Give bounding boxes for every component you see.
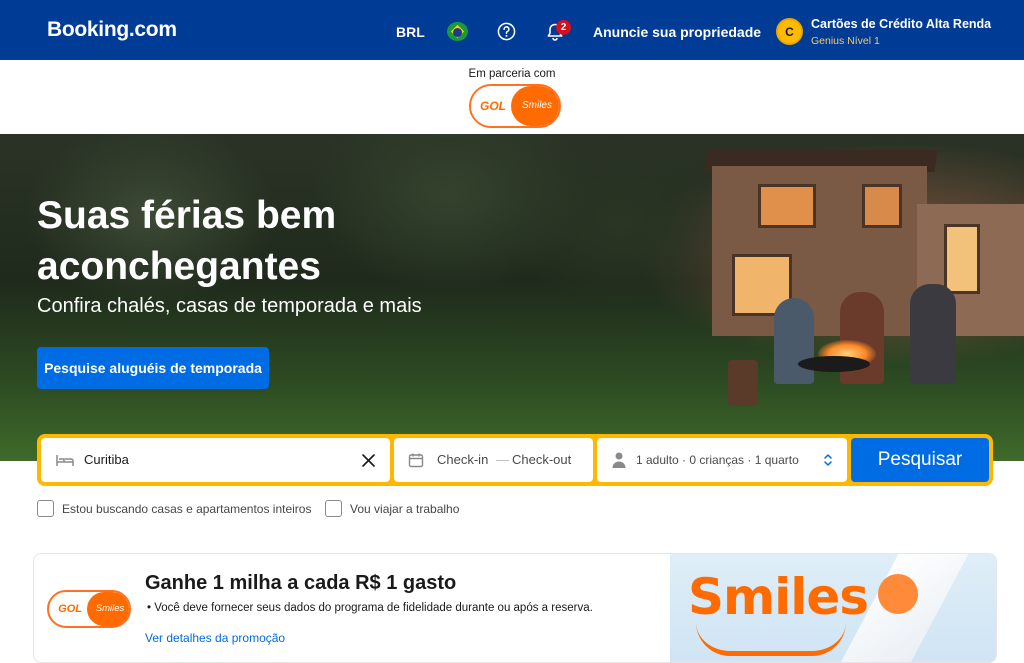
smiles-smile-icon xyxy=(696,622,846,656)
guests-summary[interactable]: 1 adulto · 0 crianças · 1 quarto xyxy=(636,453,799,467)
work-travel-checkbox[interactable]: Vou viajar a trabalho xyxy=(325,500,475,518)
search-bar: Curitiba Check-in — Check-out 1 adulto ·… xyxy=(37,434,993,486)
smiles-logo-text: Smiles xyxy=(511,86,559,126)
promo-bullet: • Você deve fornecer seus dados do progr… xyxy=(147,602,593,614)
calendar-icon xyxy=(408,453,424,468)
destination-field[interactable]: Curitiba xyxy=(41,438,390,482)
smiles-promo-card: GOL Smiles Ganhe 1 milha a cada R$ 1 gas… xyxy=(33,553,997,663)
destination-input[interactable]: Curitiba xyxy=(84,452,129,467)
list-property-link[interactable]: Anuncie sua propriedade xyxy=(593,24,761,40)
gol-logo-text: GOL xyxy=(471,86,515,126)
currency-selector[interactable]: BRL xyxy=(396,24,425,40)
genius-level: Genius Nível 1 xyxy=(811,35,880,47)
entire-homes-checkbox[interactable]: Estou buscando casas e apartamentos inte… xyxy=(37,500,317,518)
checkin-field[interactable]: Check-in xyxy=(437,452,488,467)
notification-badge: 2 xyxy=(556,20,571,35)
smiles-brand-text: Smiles xyxy=(688,568,869,626)
hero-stump-image xyxy=(728,360,758,406)
search-button[interactable]: Pesquisar xyxy=(851,438,989,482)
bed-icon xyxy=(56,455,74,466)
top-navigation-bar: Booking.com BRL 2 Anuncie sua propriedad… xyxy=(0,0,1024,60)
guests-field[interactable]: 1 adulto · 0 crianças · 1 quarto xyxy=(597,438,847,482)
help-circle-icon[interactable] xyxy=(497,22,516,41)
hero-banner: Suas férias bem aconchegantes Confira ch… xyxy=(0,134,1024,461)
gol-logo-text: GOL xyxy=(58,603,82,615)
promo-details-link[interactable]: Ver detalhes da promoção xyxy=(145,631,285,645)
partner-label: Em parceria com xyxy=(468,68,556,80)
checkbox-box[interactable] xyxy=(325,500,342,517)
avatar[interactable]: C xyxy=(776,18,803,45)
gol-tail-logo xyxy=(878,574,918,614)
smiles-promo-image: Smiles xyxy=(670,554,996,662)
work-travel-label[interactable]: Vou viajar a trabalho xyxy=(350,502,459,516)
gol-smiles-logo: GOL Smiles xyxy=(47,590,131,628)
booking-logo[interactable]: Booking.com xyxy=(47,18,177,42)
entire-homes-label[interactable]: Estou buscando casas e apartamentos inte… xyxy=(62,502,311,516)
hero-title: Suas férias bem aconchegantes xyxy=(37,194,337,288)
user-name[interactable]: Cartões de Crédito Alta Renda xyxy=(811,17,991,31)
checkbox-box[interactable] xyxy=(37,500,54,517)
vacation-rentals-button[interactable]: Pesquise aluguéis de temporada xyxy=(37,347,269,389)
date-separator: — xyxy=(496,452,509,467)
chevron-up-down-icon[interactable] xyxy=(823,453,833,467)
gol-smiles-logo: GOL Smiles xyxy=(469,84,561,128)
person-icon xyxy=(612,452,626,468)
promo-bullet-text: Você deve fornecer seus dados do program… xyxy=(154,602,593,614)
brazil-flag-icon[interactable] xyxy=(447,22,468,41)
date-picker-field[interactable]: Check-in — Check-out xyxy=(394,438,593,482)
hero-people-image xyxy=(760,264,980,384)
smiles-logo-text: Smiles xyxy=(87,592,129,626)
checkout-field[interactable]: Check-out xyxy=(512,452,571,467)
hero-firepit-image xyxy=(798,356,870,372)
close-icon[interactable] xyxy=(361,453,376,468)
hero-subtitle: Confira chalés, casas de temporada e mai… xyxy=(37,295,422,317)
promo-title: Ganhe 1 milha a cada R$ 1 gasto xyxy=(145,572,457,594)
